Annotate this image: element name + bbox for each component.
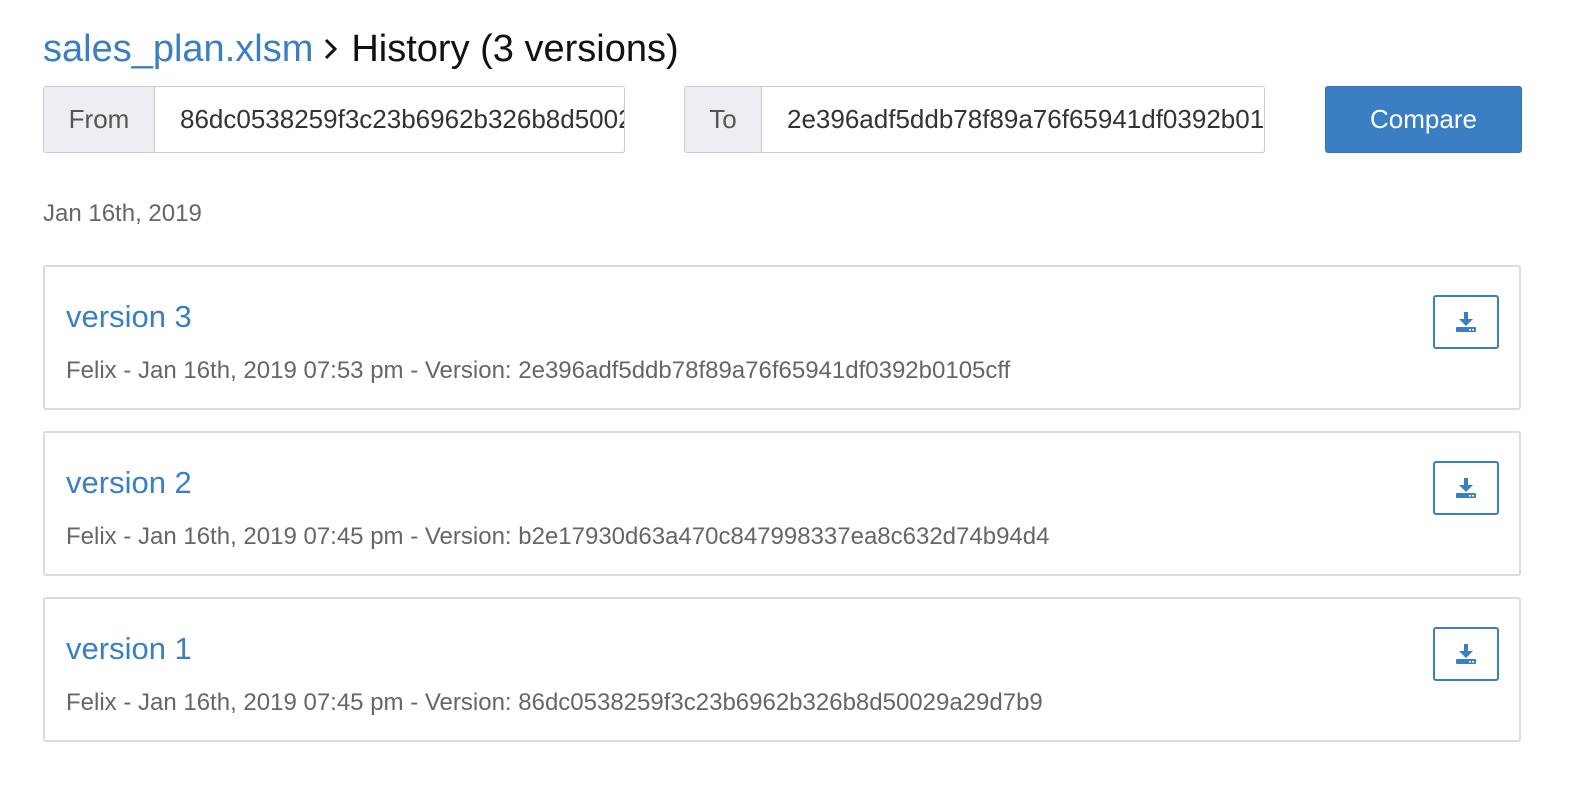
- download-button[interactable]: [1433, 295, 1499, 349]
- download-icon: [1456, 312, 1476, 332]
- version-meta: Felix - Jan 16th, 2019 07:53 pm - Versio…: [66, 357, 1011, 384]
- version-title-link[interactable]: version 1: [66, 629, 192, 669]
- version-card: version 2 Felix - Jan 16th, 2019 07:45 p…: [43, 431, 1521, 576]
- compare-button[interactable]: Compare: [1325, 86, 1522, 153]
- version-card: version 1 Felix - Jan 16th, 2019 07:45 p…: [43, 597, 1521, 742]
- date-heading: Jan 16th, 2019: [43, 200, 202, 227]
- chevron-right-icon: [323, 37, 339, 61]
- version-title-link[interactable]: version 3: [66, 297, 192, 337]
- page-title: History (3 versions): [351, 28, 679, 70]
- from-version-input[interactable]: [155, 87, 624, 152]
- to-label: To: [685, 87, 762, 152]
- from-label: From: [44, 87, 155, 152]
- version-card: version 3 Felix - Jan 16th, 2019 07:53 p…: [43, 265, 1521, 410]
- download-button[interactable]: [1433, 627, 1499, 681]
- to-input-group: To: [684, 86, 1265, 153]
- version-meta: Felix - Jan 16th, 2019 07:45 pm - Versio…: [66, 523, 1050, 550]
- version-title-link[interactable]: version 2: [66, 463, 192, 503]
- download-icon: [1456, 478, 1476, 498]
- from-input-group: From: [43, 86, 625, 153]
- download-button[interactable]: [1433, 461, 1499, 515]
- download-icon: [1456, 644, 1476, 664]
- breadcrumb: sales_plan.xlsm History (3 versions): [43, 26, 679, 72]
- history-page: sales_plan.xlsm History (3 versions) Fro…: [0, 0, 1584, 807]
- version-meta: Felix - Jan 16th, 2019 07:45 pm - Versio…: [66, 689, 1043, 716]
- to-version-input[interactable]: [762, 87, 1264, 152]
- file-link[interactable]: sales_plan.xlsm: [43, 26, 313, 72]
